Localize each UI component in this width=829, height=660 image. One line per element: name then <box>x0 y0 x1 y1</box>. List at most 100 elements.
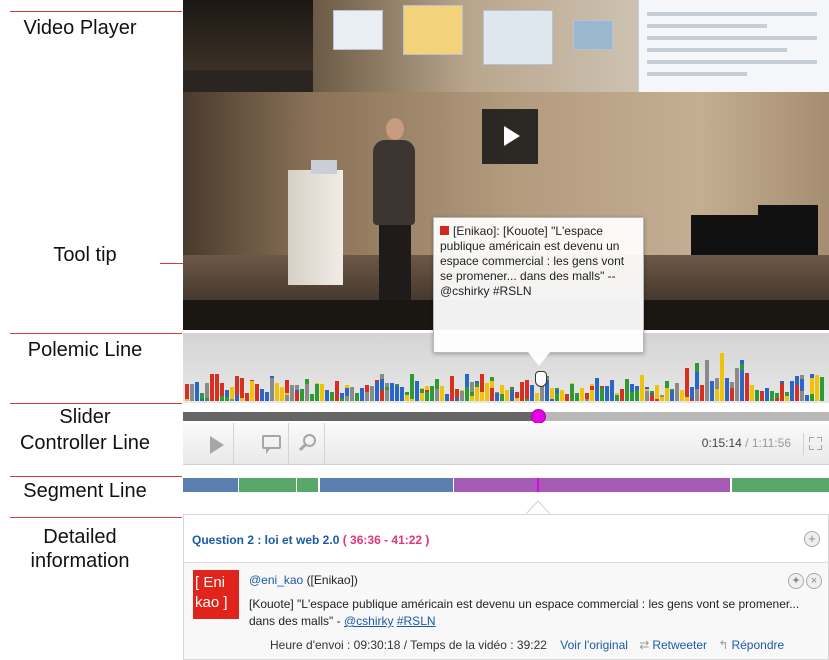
polemic-bar <box>715 389 719 393</box>
polemic-bar <box>225 390 229 397</box>
segment[interactable] <box>239 478 296 492</box>
polemic-bar <box>665 381 669 382</box>
polemic-bar <box>685 368 689 397</box>
polemic-bar <box>550 399 554 401</box>
segment[interactable] <box>297 478 318 492</box>
avatar-text: [ Eni <box>195 574 226 591</box>
favorite-icon[interactable]: ✦ <box>788 573 804 589</box>
view-original-link[interactable]: Voir l'original <box>560 638 628 652</box>
polemic-bar <box>550 388 554 399</box>
polemic-bar <box>645 387 649 389</box>
polemic-bar <box>455 398 459 401</box>
stage-monitor <box>758 205 818 255</box>
polemic-bar <box>705 369 709 401</box>
tweet-text: [Kouote] "L'espace publique américain es… <box>249 597 800 628</box>
polemic-bar <box>495 393 499 401</box>
polemic-bar <box>620 389 624 401</box>
polemic-bar <box>425 390 429 392</box>
play-button[interactable] <box>482 109 538 164</box>
polemic-bar <box>600 388 604 401</box>
polemic-bar <box>660 397 664 401</box>
screen-tile <box>403 5 463 55</box>
polemic-bar <box>785 394 789 396</box>
polemic-bar <box>735 368 739 401</box>
segment[interactable] <box>183 478 238 492</box>
avatar-text: kao ] <box>195 594 228 611</box>
polemic-bar <box>295 390 299 392</box>
divider <box>10 403 182 404</box>
polemic-bar <box>625 379 629 401</box>
slider-handle[interactable] <box>531 409 546 424</box>
reply-link[interactable]: Répondre <box>731 638 784 652</box>
polemic-bar <box>340 393 344 398</box>
polemic-bar <box>615 395 619 401</box>
polemic-bar <box>365 392 369 401</box>
polemic-bar <box>435 389 439 401</box>
polemic-bar <box>225 397 229 401</box>
polemic-bar <box>525 380 529 399</box>
controller-play-button[interactable] <box>198 423 234 465</box>
tweet-mention-link[interactable]: @cshirky <box>344 614 394 628</box>
polemic-bar <box>585 399 589 401</box>
polemic-bar <box>205 383 209 398</box>
retweet-link[interactable]: Retweeter <box>652 638 707 652</box>
label-tool-tip: Tool tip <box>53 244 117 266</box>
slider[interactable] <box>183 409 829 424</box>
polemic-bar <box>640 375 644 401</box>
polemic-bar <box>425 392 429 401</box>
tweet-author-handle[interactable]: @eni_kao <box>249 573 303 587</box>
segment[interactable] <box>732 478 829 492</box>
polemic-bar <box>390 383 394 394</box>
polemic-bar <box>795 385 799 401</box>
polemic-bar <box>775 393 779 398</box>
polemic-bar <box>715 393 719 401</box>
polemic-bar <box>720 353 724 401</box>
polemic-bar <box>385 387 389 390</box>
polemic-bar <box>510 388 514 390</box>
polemic-bar <box>820 377 824 401</box>
polemic-bar <box>440 386 444 401</box>
tweet-hashtag-link[interactable]: #RSLN <box>397 614 436 628</box>
comment-button[interactable] <box>253 423 289 465</box>
polemic-bar <box>445 394 449 401</box>
polemic-bar <box>345 396 349 401</box>
polemic-bar <box>515 392 519 398</box>
polemic-bar <box>705 360 709 369</box>
tweet-body: [Kouote] "L'espace publique américain es… <box>249 596 819 630</box>
segment[interactable] <box>454 478 730 492</box>
polemic-bar <box>380 374 384 379</box>
tooltip-text: [Enikao]: [Kouote] "L'espace publique am… <box>440 224 625 298</box>
polemic-bar <box>475 383 479 387</box>
polemic-bar <box>285 393 289 395</box>
segment[interactable] <box>320 478 453 492</box>
polemic-bar <box>740 360 744 364</box>
polemic-bar <box>205 398 209 401</box>
label-video-player: Video Player <box>23 17 137 39</box>
polemic-bar <box>345 388 349 396</box>
polemic-bar <box>505 390 509 401</box>
polemic-bar <box>210 374 214 401</box>
polemic-bar <box>535 393 539 401</box>
polemic-bar <box>730 382 734 388</box>
polemic-bar <box>385 383 389 387</box>
expand-button[interactable]: + <box>804 531 820 547</box>
polemic-bar <box>710 381 714 401</box>
search-button[interactable] <box>289 423 325 465</box>
segment-title[interactable]: Question 2 : loi et web 2.0 ( 36:36 - 41… <box>192 533 429 547</box>
polemic-bar <box>740 370 744 401</box>
polemic-bar <box>420 393 424 401</box>
total-time: 1:11:56 <box>751 436 791 450</box>
label-polemic-line: Polemic Line <box>27 339 143 361</box>
polemic-bar <box>540 386 544 401</box>
polemic-bar <box>745 373 749 401</box>
polemic-bar <box>510 387 514 388</box>
polemic-bar <box>235 395 239 401</box>
polemic-bar <box>585 393 589 399</box>
fullscreen-button[interactable] <box>803 433 825 455</box>
controller-line: 0:15:14 / 1:11:56 <box>183 423 829 465</box>
screen-tile <box>573 20 613 50</box>
polemic-bar <box>800 375 804 379</box>
polemic-bar <box>785 392 789 394</box>
polemic-bar <box>555 393 559 401</box>
close-icon[interactable]: × <box>806 573 822 589</box>
